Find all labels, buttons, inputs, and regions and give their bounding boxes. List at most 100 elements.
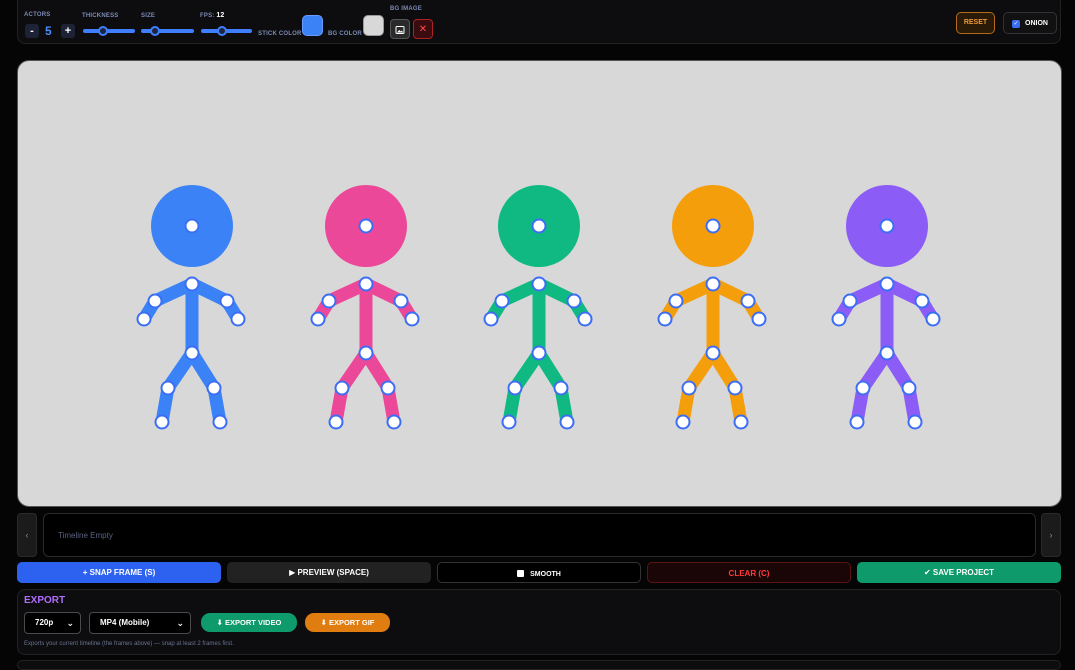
joint-handle[interactable] — [321, 293, 337, 309]
preview-button[interactable]: ▶ PREVIEW (SPACE) — [227, 562, 431, 583]
clear-button[interactable]: CLEAR (C) — [647, 562, 851, 583]
joint-handle[interactable] — [657, 311, 673, 327]
onion-toggle[interactable]: ✓ ONION — [1003, 12, 1057, 34]
slider-track — [83, 29, 135, 33]
joint-handle[interactable] — [879, 345, 895, 361]
thickness-slider[interactable] — [83, 25, 135, 37]
joint-handle[interactable] — [184, 345, 200, 361]
timeline-empty-text: Timeline Empty — [58, 531, 113, 540]
joint-handle[interactable] — [914, 293, 930, 309]
joint-handle[interactable] — [925, 311, 941, 327]
joint-handle[interactable] — [494, 293, 510, 309]
joint-handle[interactable] — [136, 311, 152, 327]
joint-handle[interactable] — [705, 218, 721, 234]
smooth-toggle[interactable]: SMOOTH — [437, 562, 641, 583]
stick-figure[interactable] — [483, 185, 593, 430]
joint-handle[interactable] — [740, 293, 756, 309]
joint-handle[interactable] — [705, 276, 721, 292]
bg-color-picker[interactable] — [363, 15, 384, 36]
joint-handle[interactable] — [404, 311, 420, 327]
smooth-label: SMOOTH — [530, 571, 561, 578]
joint-handle[interactable] — [206, 380, 222, 396]
joint-handle[interactable] — [849, 414, 865, 430]
onion-checkbox[interactable]: ✓ — [1012, 20, 1020, 28]
save-project-button[interactable]: ✔ SAVE PROJECT — [857, 562, 1061, 583]
animation-stage[interactable] — [17, 60, 1062, 507]
joint-handle[interactable] — [705, 345, 721, 361]
joint-handle[interactable] — [219, 293, 235, 309]
joint-handle[interactable] — [212, 414, 228, 430]
joint-handle[interactable] — [842, 293, 858, 309]
joint-handle[interactable] — [386, 414, 402, 430]
joint-handle[interactable] — [831, 311, 847, 327]
joint-handle[interactable] — [483, 311, 499, 327]
slider-knob[interactable] — [97, 26, 108, 36]
joint-handle[interactable] — [727, 380, 743, 396]
joint-handle[interactable] — [358, 218, 374, 234]
joint-handle[interactable] — [681, 380, 697, 396]
joint-handle[interactable] — [531, 276, 547, 292]
slider-knob[interactable] — [149, 26, 160, 36]
stick-figure[interactable] — [831, 185, 941, 430]
bg-color-label: BG COLOR — [328, 31, 362, 37]
export-gif-button[interactable]: ⬇ EXPORT GIF — [305, 613, 390, 632]
joint-handle[interactable] — [879, 218, 895, 234]
joint-handle[interactable] — [230, 311, 246, 327]
joint-handle[interactable] — [501, 414, 517, 430]
format-value: MP4 (Mobile) — [100, 618, 150, 627]
joint-handle[interactable] — [154, 414, 170, 430]
resolution-select[interactable]: 720p ⌄ — [24, 612, 81, 634]
export-video-button[interactable]: ⬇ EXPORT VIDEO — [201, 613, 297, 632]
joint-handle[interactable] — [559, 414, 575, 430]
fps-value: 12 — [216, 12, 225, 19]
joint-handle[interactable] — [901, 380, 917, 396]
joint-handle[interactable] — [668, 293, 684, 309]
joint-handle[interactable] — [566, 293, 582, 309]
joint-handle[interactable] — [531, 218, 547, 234]
smooth-checkbox[interactable] — [517, 570, 525, 578]
joint-handle[interactable] — [328, 414, 344, 430]
slider-track — [141, 29, 194, 33]
fps-slider[interactable] — [201, 25, 252, 37]
joint-handle[interactable] — [184, 276, 200, 292]
bg-image-upload-button[interactable] — [390, 19, 410, 39]
joint-handle[interactable] — [751, 311, 767, 327]
stick-figure[interactable] — [136, 185, 246, 430]
resolution-value: 720p — [35, 618, 54, 627]
joint-handle[interactable] — [358, 276, 374, 292]
size-slider[interactable] — [141, 25, 194, 37]
joint-handle[interactable] — [334, 380, 350, 396]
snap-frame-button[interactable]: + SNAP FRAME (S) — [17, 562, 221, 583]
joint-handle[interactable] — [310, 311, 326, 327]
joint-handle[interactable] — [553, 380, 569, 396]
joint-handle[interactable] — [147, 293, 163, 309]
joint-handle[interactable] — [577, 311, 593, 327]
joint-handle[interactable] — [380, 380, 396, 396]
joint-handle[interactable] — [675, 414, 691, 430]
joint-handle[interactable] — [184, 218, 200, 234]
bg-image-clear-button[interactable]: ✕ — [413, 19, 433, 39]
stick-figure[interactable] — [310, 185, 420, 430]
timeline-next-button[interactable]: › — [1041, 513, 1061, 557]
joint-handle[interactable] — [531, 345, 547, 361]
timeline-prev-button[interactable]: ‹ — [17, 513, 37, 557]
bottom-panel — [17, 660, 1061, 670]
joint-handle[interactable] — [160, 380, 176, 396]
stick-color-picker[interactable] — [302, 15, 323, 36]
joint-handle[interactable] — [879, 276, 895, 292]
slider-knob[interactable] — [217, 26, 228, 36]
format-select[interactable]: MP4 (Mobile) ⌄ — [89, 612, 191, 634]
stick-figure[interactable] — [657, 185, 767, 430]
joint-handle[interactable] — [855, 380, 871, 396]
stick-color-label: STICK COLOR — [258, 31, 302, 37]
joint-handle[interactable] — [907, 414, 923, 430]
actors-decrement-button[interactable]: - — [25, 24, 39, 38]
actors-increment-button[interactable]: + — [61, 24, 75, 38]
reset-button[interactable]: RESET — [956, 12, 995, 34]
joint-handle[interactable] — [358, 345, 374, 361]
joint-handle[interactable] — [733, 414, 749, 430]
stage-canvas[interactable] — [18, 61, 1062, 507]
joint-handle[interactable] — [393, 293, 409, 309]
timeline-strip[interactable]: Timeline Empty — [43, 513, 1036, 557]
joint-handle[interactable] — [507, 380, 523, 396]
